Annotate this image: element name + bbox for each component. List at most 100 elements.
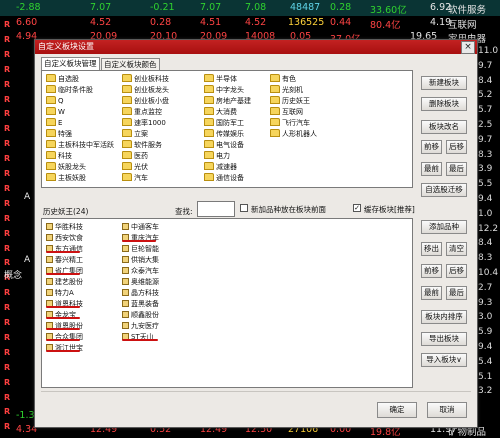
block-item[interactable]: 大消费 [204, 107, 237, 117]
stock-item-label: 建艺股份 [55, 278, 83, 286]
block-item[interactable]: 立案 [122, 129, 148, 139]
import-block-button[interactable]: 导入板块∨ [421, 353, 467, 367]
block-item[interactable]: 临时条件股 [46, 85, 93, 95]
block-item-label: 软件服务 [134, 141, 162, 149]
margin-flag: R [4, 154, 11, 164]
cancel-button[interactable]: 取消 [427, 402, 467, 418]
stock-item[interactable]: 众泰汽车 [122, 266, 159, 276]
block-item[interactable]: 重点监控 [122, 107, 162, 117]
block-item[interactable]: 国防军工 [204, 118, 244, 128]
block-item[interactable]: 房地产基建 [204, 96, 251, 106]
stock-move-forward-button[interactable]: 前移 [421, 264, 442, 278]
clear-stocks-button[interactable]: 清空 [446, 242, 467, 256]
block-item[interactable]: 主板妖股 [46, 173, 86, 183]
block-item[interactable]: 传媒娱乐 [204, 129, 244, 139]
stock-item[interactable]: 蓝黑装备 [122, 299, 159, 309]
stock-item[interactable]: 中通客车 [122, 222, 159, 232]
block-item[interactable]: 中字龙头 [204, 85, 244, 95]
block-item[interactable]: 减速器 [204, 162, 237, 172]
stock-item[interactable]: 九安医疗 [122, 321, 159, 331]
block-item[interactable]: 创业板科技 [122, 74, 169, 84]
cache-block-checkbox[interactable]: ✓ [353, 204, 361, 212]
block-move-back-button[interactable]: 后移 [446, 140, 467, 154]
block-item[interactable]: 科技 [46, 151, 72, 161]
margin-flag: R [4, 228, 11, 238]
stock-move-first-button[interactable]: 最前 [421, 286, 442, 300]
rename-block-button[interactable]: 板块改名 [421, 120, 467, 134]
block-item[interactable]: 汽车 [122, 173, 148, 183]
ok-button[interactable]: 确定 [377, 402, 417, 418]
close-icon[interactable]: × [461, 41, 475, 54]
new-item-top-checkbox[interactable] [240, 204, 248, 212]
stock-move-last-button[interactable]: 最后 [446, 286, 467, 300]
folder-icon [46, 96, 56, 104]
sort-in-block-button[interactable]: 板块内排序 [421, 310, 467, 324]
stock-item[interactable]: 春兴精工 [46, 255, 83, 265]
folder-icon [122, 85, 132, 93]
folder-icon [204, 173, 214, 181]
block-item-label: 飞行汽车 [282, 119, 310, 127]
stock-item[interactable]: 供销大集 [122, 255, 159, 265]
block-item[interactable]: 电气设备 [204, 140, 244, 150]
folder-icon [122, 107, 132, 115]
block-item[interactable]: 通信设备 [204, 173, 244, 183]
stock-cell: 0.44 [330, 17, 352, 28]
stock-move-back-button[interactable]: 后移 [446, 264, 467, 278]
stock-row[interactable]: -2.88 7.07 -0.21 7.07 7.08 48487 0.28 33.60亿 6.9… [0, 0, 500, 16]
block-move-first-button[interactable]: 最前 [421, 162, 442, 176]
dialog-titlebar[interactable]: 自定义板块设置 × [35, 40, 477, 54]
block-item[interactable]: 有色 [270, 74, 296, 84]
new-block-button[interactable]: 新建板块 [421, 76, 467, 90]
search-input[interactable] [197, 201, 235, 217]
block-item[interactable]: E [46, 118, 62, 128]
stock-item[interactable]: 顺鑫股份 [122, 310, 159, 320]
block-item[interactable]: Q [46, 96, 64, 106]
stock-item[interactable]: 特力A [46, 288, 74, 298]
folder-icon [270, 107, 280, 115]
block-item[interactable]: 历史妖王 [270, 96, 310, 106]
tab-block-color[interactable]: 自定义板块颜色 [101, 58, 160, 70]
block-item[interactable]: 医药 [122, 151, 148, 161]
margin-flag: R [4, 124, 11, 134]
block-item[interactable]: 主板科技中军活跃 [46, 140, 114, 150]
block-item[interactable]: 速率1000 [122, 118, 166, 128]
block-item[interactable]: 软件服务 [122, 140, 162, 150]
block-item[interactable]: 互联网 [270, 107, 303, 117]
block-move-forward-button[interactable]: 前移 [421, 140, 442, 154]
block-item-label: 特强 [58, 130, 72, 138]
migrate-watchlist-button[interactable]: 自选股迁移 [421, 183, 467, 197]
block-item[interactable]: 人形机器人 [270, 129, 317, 139]
block-item[interactable]: 半导体 [204, 74, 237, 84]
block-item[interactable]: 创业板小盘 [122, 96, 169, 106]
tab-block-management[interactable]: 自定义板块管理 [41, 57, 100, 70]
block-item[interactable]: 自选股 [46, 74, 79, 84]
stock-icon [122, 267, 129, 274]
block-item[interactable]: 创业板龙头 [122, 85, 169, 95]
block-item[interactable]: 电力 [204, 151, 230, 161]
stock-item[interactable]: 西安饮食 [46, 233, 83, 243]
custom-block-dialog: 自定义板块设置 × 自定义板块管理 自定义板块颜色 自选股 创业板科技 半导体 有色临… [34, 39, 478, 428]
block-item[interactable]: 飞行汽车 [270, 118, 310, 128]
block-item-label: 创业板小盘 [134, 97, 169, 105]
stock-item[interactable]: 奥维能源 [122, 277, 159, 287]
folder-icon [204, 162, 214, 170]
block-item[interactable]: W [46, 107, 65, 117]
remove-stock-button[interactable]: 移出 [421, 242, 442, 256]
stock-item[interactable]: 巨轮智能 [122, 244, 159, 254]
block-item-label: 房地产基建 [216, 97, 251, 105]
stock-item[interactable]: 华胜科技 [46, 222, 83, 232]
block-item-label: 大消费 [216, 108, 237, 116]
folder-icon [270, 96, 280, 104]
export-block-button[interactable]: 导出板块 [421, 332, 467, 346]
block-item[interactable]: 特强 [46, 129, 72, 139]
block-item[interactable]: 妖股龙头 [46, 162, 86, 172]
stock-item[interactable]: 晶方科技 [122, 288, 159, 298]
divider [41, 391, 471, 392]
block-item[interactable]: 光刻机 [270, 85, 303, 95]
block-move-last-button[interactable]: 最后 [446, 162, 467, 176]
block-item[interactable]: 光伏 [122, 162, 148, 172]
add-stock-button[interactable]: 添加品种 [421, 220, 467, 234]
stock-item-label: 巨轮智能 [131, 245, 159, 253]
stock-item[interactable]: 建艺股份 [46, 277, 83, 287]
delete-block-button[interactable]: 删除板块 [421, 97, 467, 111]
